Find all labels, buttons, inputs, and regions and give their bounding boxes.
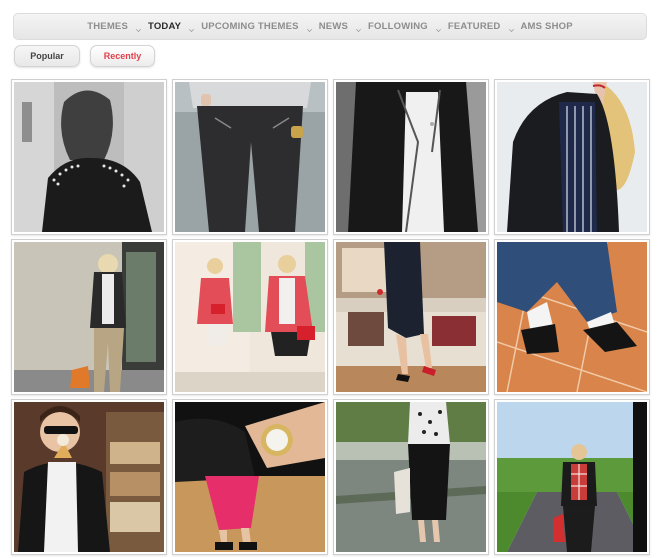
photo-ice-cream-leather-jacket	[14, 402, 164, 552]
photo-red-blazer-mirror	[175, 242, 325, 392]
photo-leather-jacket-plaid-shirt-road	[497, 402, 647, 552]
chevron-down-icon	[356, 27, 362, 32]
photo-tile[interactable]	[172, 399, 328, 555]
photo-tile[interactable]	[11, 79, 167, 235]
chevron-down-icon	[189, 27, 195, 32]
photo-tile[interactable]	[172, 79, 328, 235]
photo-tile[interactable]	[172, 239, 328, 395]
nav-item-today[interactable]: TODAY	[148, 21, 181, 32]
nav-item-ams-shop[interactable]: AMS SHOP	[521, 21, 573, 32]
photo-leather-trousers	[175, 82, 325, 232]
recently-toggle-button[interactable]: Recently	[90, 45, 155, 67]
photo-gold-watch-pink-trousers	[175, 402, 325, 552]
top-navigation-bar: THEMES TODAY UPCOMING THEMES NEWS FOLLOW…	[13, 13, 647, 40]
photo-leather-jacket-striped-top	[497, 82, 647, 232]
photo-grid	[11, 79, 650, 555]
photo-jeans-black-ankle-boots	[497, 242, 647, 392]
photo-tile[interactable]	[11, 239, 167, 395]
photo-biker-jacket-white-tee-bw	[336, 82, 486, 232]
photo-tile[interactable]	[494, 399, 650, 555]
photo-tile[interactable]	[494, 239, 650, 395]
nav-item-news[interactable]: NEWS	[319, 21, 348, 32]
nav-item-upcoming-themes[interactable]: UPCOMING THEMES	[201, 21, 298, 32]
chevron-down-icon	[136, 27, 141, 32]
sort-toggle-group: Popular Recently	[14, 45, 155, 67]
popular-toggle-button[interactable]: Popular	[14, 45, 80, 67]
chevron-down-icon	[306, 27, 312, 32]
photo-leather-jacket-khaki-trousers	[14, 242, 164, 392]
nav-item-themes[interactable]: THEMES	[87, 21, 128, 32]
photo-tile[interactable]	[333, 399, 489, 555]
photo-tile[interactable]	[494, 79, 650, 235]
photo-black-midi-skirt-lace-top	[336, 402, 486, 552]
chevron-down-icon	[435, 27, 441, 32]
nav-item-following[interactable]: FOLLOWING	[368, 21, 428, 32]
nav-item-featured[interactable]: FEATURED	[448, 21, 501, 32]
photo-tile[interactable]	[333, 79, 489, 235]
chevron-down-icon	[508, 27, 514, 32]
photo-studded-leather-jacket-bw	[14, 82, 164, 232]
photo-tile[interactable]	[11, 399, 167, 555]
photo-tile[interactable]	[333, 239, 489, 395]
photo-black-pencil-skirt-red-heels	[336, 242, 486, 392]
